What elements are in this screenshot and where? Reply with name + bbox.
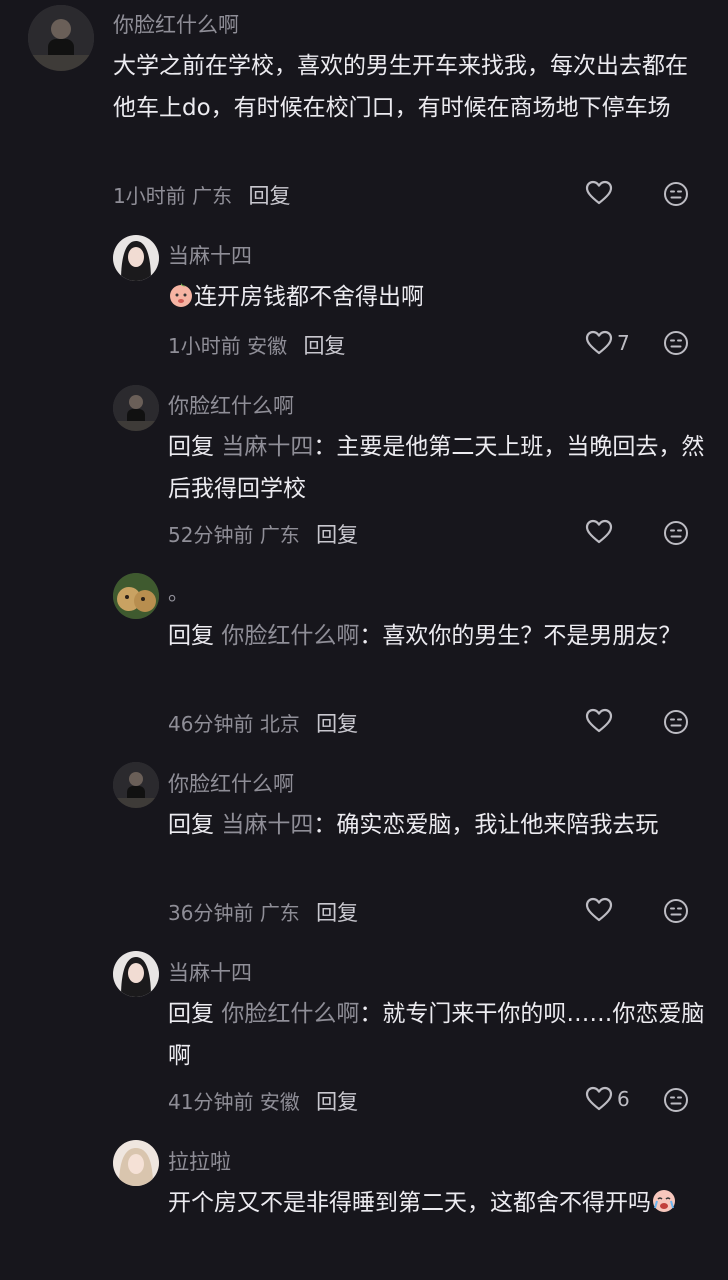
like-button[interactable] bbox=[585, 897, 617, 923]
comment-time: 1小时前 bbox=[113, 184, 186, 208]
comment-author[interactable]: 。 bbox=[168, 577, 189, 607]
comment-author[interactable]: 你脸红什么啊 bbox=[168, 768, 294, 798]
comment-text: 连开房钱都不舍得出啊 bbox=[168, 276, 708, 318]
comment-text: 开个房又不是非得睡到第二天，这都舍不得开吗 bbox=[168, 1182, 708, 1224]
like-count: 7 bbox=[617, 331, 630, 355]
heart-outline-icon bbox=[585, 330, 613, 355]
heart-outline-icon bbox=[585, 897, 613, 922]
comment-text-content: 开个房又不是非得睡到第二天，这都舍不得开吗 bbox=[168, 1190, 651, 1216]
avatar[interactable] bbox=[28, 5, 94, 71]
comment-text: 回复 当麻十四：主要是他第二天上班，当晚回去，然后我得回学校 bbox=[168, 426, 708, 510]
reply-item: 。 回复 你脸红什么啊：喜欢你的男生？不是男朋友？ 46分钟前 北京 回复 bbox=[0, 567, 728, 747]
reply-button[interactable]: 回复 bbox=[316, 523, 358, 547]
reply-target[interactable]: 当麻十四 bbox=[221, 434, 313, 460]
avatar[interactable] bbox=[113, 1140, 159, 1186]
meh-face-icon[interactable] bbox=[663, 898, 689, 924]
reply-item: 你脸红什么啊 回复 当麻十四：主要是他第二天上班，当晚回去，然后我得回学校 52… bbox=[0, 378, 728, 558]
meh-face-icon[interactable] bbox=[663, 709, 689, 735]
comment-region: 广东 bbox=[192, 184, 233, 208]
comment-time: 52分钟前 bbox=[168, 523, 254, 547]
reply-prefix: 回复 bbox=[168, 623, 214, 649]
reply-prefix: 回复 bbox=[168, 434, 214, 460]
like-button[interactable] bbox=[585, 708, 617, 734]
comment-region: 安徽 bbox=[259, 1090, 300, 1114]
heart-outline-icon bbox=[585, 1086, 613, 1111]
reply-button[interactable]: 回复 bbox=[303, 334, 345, 358]
baby-face-emoji-icon bbox=[170, 283, 192, 307]
crying-face-emoji-icon bbox=[653, 1190, 675, 1212]
comment-item: 你脸红什么啊 大学之前在学校，喜欢的男生开车来找我，每次出去都在他车上do，有时… bbox=[0, 0, 728, 225]
heart-outline-icon bbox=[585, 519, 613, 544]
comment-time: 1小时前 bbox=[168, 334, 241, 358]
heart-outline-icon bbox=[585, 180, 613, 205]
comment-author[interactable]: 你脸红什么啊 bbox=[113, 9, 239, 39]
comment-region: 北京 bbox=[259, 712, 300, 736]
comment-author[interactable]: 当麻十四 bbox=[168, 957, 252, 987]
reply-target[interactable]: 当麻十四 bbox=[221, 812, 313, 838]
like-button[interactable] bbox=[585, 180, 617, 206]
comment-text: 大学之前在学校，喜欢的男生开车来找我，每次出去都在他车上do，有时候在校门口，有… bbox=[113, 53, 688, 121]
comment-author[interactable]: 当麻十四 bbox=[168, 240, 252, 270]
reply-button[interactable]: 回复 bbox=[248, 184, 290, 208]
comment-text: 回复 你脸红什么啊：就专门来干你的呗……你恋爱脑啊 bbox=[168, 993, 708, 1077]
reply-button[interactable]: 回复 bbox=[316, 901, 358, 925]
comment-author[interactable]: 拉拉啦 bbox=[168, 1146, 231, 1176]
comment-author[interactable]: 你脸红什么啊 bbox=[168, 390, 294, 420]
like-button[interactable]: 6 bbox=[585, 1086, 630, 1112]
comment-region: 广东 bbox=[259, 901, 300, 925]
comment-region: 安徽 bbox=[247, 334, 288, 358]
reply-target[interactable]: 你脸红什么啊 bbox=[221, 623, 359, 649]
reply-target[interactable]: 你脸红什么啊 bbox=[221, 1001, 359, 1027]
heart-outline-icon bbox=[585, 708, 613, 733]
meh-face-icon[interactable] bbox=[663, 181, 689, 207]
reply-item: 当麻十四 回复 你脸红什么啊：就专门来干你的呗……你恋爱脑啊 41分钟前 安徽 … bbox=[0, 945, 728, 1125]
avatar[interactable] bbox=[113, 235, 159, 281]
like-button[interactable]: 7 bbox=[585, 330, 630, 356]
comment-meta: 36分钟前 广东 回复 bbox=[168, 897, 358, 927]
meh-face-icon[interactable] bbox=[663, 1087, 689, 1113]
reply-button[interactable]: 回复 bbox=[316, 1090, 358, 1114]
like-count: 6 bbox=[617, 1087, 630, 1111]
comment-time: 41分钟前 bbox=[168, 1090, 254, 1114]
reply-prefix: 回复 bbox=[168, 812, 214, 838]
reply-prefix: 回复 bbox=[168, 1001, 214, 1027]
comment-meta: 1小时前 广东 回复 bbox=[113, 180, 290, 210]
comment-meta: 41分钟前 安徽 回复 bbox=[168, 1086, 358, 1116]
meh-face-icon[interactable] bbox=[663, 330, 689, 356]
reply-button[interactable]: 回复 bbox=[316, 712, 358, 736]
reply-item: 你脸红什么啊 回复 当麻十四：确实恋爱脑，我让他来陪我去玩 36分钟前 广东 回… bbox=[0, 756, 728, 936]
avatar[interactable] bbox=[113, 951, 159, 997]
reply-item: 当麻十四 连开房钱都不舍得出啊 1小时前 安徽 回复 7 bbox=[0, 228, 728, 368]
comment-meta: 52分钟前 广东 回复 bbox=[168, 519, 358, 549]
comment-time: 36分钟前 bbox=[168, 901, 254, 925]
comment-text-content: 连开房钱都不舍得出啊 bbox=[194, 284, 424, 310]
comment-meta: 1小时前 安徽 回复 bbox=[168, 330, 345, 360]
avatar[interactable] bbox=[113, 573, 159, 619]
comment-text-content: ：确实恋爱脑，我让他来陪我去玩 bbox=[313, 812, 659, 838]
comment-text: 回复 你脸红什么啊：喜欢你的男生？不是男朋友？ bbox=[168, 615, 708, 657]
like-button[interactable] bbox=[585, 519, 617, 545]
meh-face-icon[interactable] bbox=[663, 520, 689, 546]
avatar[interactable] bbox=[113, 762, 159, 808]
comment-meta: 46分钟前 北京 回复 bbox=[168, 708, 358, 738]
reply-item: 拉拉啦 开个房又不是非得睡到第二天，这都舍不得开吗 bbox=[0, 1134, 728, 1280]
comment-time: 46分钟前 bbox=[168, 712, 254, 736]
comment-text: 回复 当麻十四：确实恋爱脑，我让他来陪我去玩 bbox=[168, 804, 708, 846]
avatar[interactable] bbox=[113, 385, 159, 431]
comment-region: 广东 bbox=[259, 523, 300, 547]
comment-text-content: ：喜欢你的男生？不是男朋友？ bbox=[359, 623, 682, 649]
